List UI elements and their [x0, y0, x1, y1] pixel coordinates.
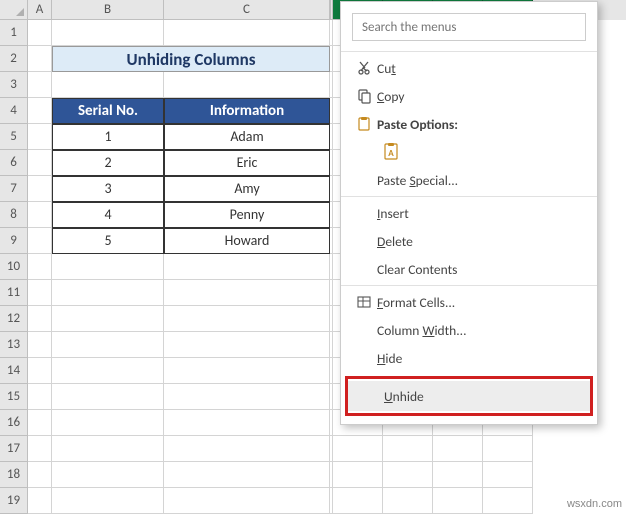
row-header[interactable]: 12 [0, 306, 28, 332]
row-header[interactable]: 9 [0, 228, 28, 254]
context-menu: Cut Copy Paste Options: A Paste Special.… [340, 1, 598, 425]
hidden-columns-indicator[interactable] [330, 0, 333, 20]
menu-separator [341, 51, 597, 52]
menu-hide[interactable]: Hide [341, 344, 597, 372]
table-cell[interactable]: 2 [52, 150, 164, 176]
row-header[interactable]: 17 [0, 436, 28, 462]
row-header[interactable]: 7 [0, 176, 28, 202]
row-header-column: 1 2 3 4 5 6 7 8 9 10 11 12 13 14 15 16 1… [0, 20, 28, 514]
table-header-info: Information [164, 98, 330, 124]
table-cell[interactable]: 1 [52, 124, 164, 150]
table-header-serial: Serial No. [52, 98, 164, 124]
menu-cut[interactable]: Cut [341, 54, 597, 82]
scissors-icon [351, 60, 377, 76]
svg-text:A: A [388, 148, 394, 159]
row-header[interactable]: 16 [0, 410, 28, 436]
clipboard-icon [351, 116, 377, 132]
row-header[interactable]: 13 [0, 332, 28, 358]
highlighted-unhide-box: Unhide [345, 376, 593, 416]
section-title: Unhiding Columns [52, 46, 330, 72]
table-cell[interactable]: 4 [52, 202, 164, 228]
row-header[interactable]: 19 [0, 488, 28, 514]
menu-paste-option-keep-source[interactable]: A [341, 138, 597, 166]
row-header[interactable]: 3 [0, 72, 28, 98]
row-header[interactable]: 11 [0, 280, 28, 306]
menu-separator [341, 196, 597, 197]
menu-insert[interactable]: Insert [341, 199, 597, 227]
paste-options-label: Paste Options: [377, 116, 589, 133]
table-cell[interactable]: Adam [164, 124, 330, 150]
table-cell[interactable]: Amy [164, 176, 330, 202]
row-header[interactable]: 18 [0, 462, 28, 488]
watermark: wsxdn.com [567, 498, 622, 510]
col-header-c[interactable]: C [164, 0, 330, 20]
row-header[interactable]: 6 [0, 150, 28, 176]
col-header-b[interactable]: B [52, 0, 164, 20]
row-header[interactable]: 4 [0, 98, 28, 124]
row-header[interactable]: 10 [0, 254, 28, 280]
table-cell[interactable]: Howard [164, 228, 330, 254]
row-header[interactable]: 5 [0, 124, 28, 150]
copy-icon [351, 88, 377, 104]
clipboard-a-icon: A [379, 142, 405, 162]
row-header[interactable]: 14 [0, 358, 28, 384]
format-cells-icon [351, 294, 377, 310]
menu-paste-options: Paste Options: [341, 110, 597, 138]
col-header-a[interactable]: A [28, 0, 52, 20]
table-cell[interactable]: Penny [164, 202, 330, 228]
menu-column-width[interactable]: Column Width... [341, 316, 597, 344]
menu-separator [341, 285, 597, 286]
select-all-corner[interactable] [0, 0, 28, 20]
menu-format-cells[interactable]: Format Cells... [341, 288, 597, 316]
menu-copy[interactable]: Copy [341, 82, 597, 110]
menu-paste-special[interactable]: Paste Special... [341, 166, 597, 194]
row-header[interactable]: 15 [0, 384, 28, 410]
row-header[interactable]: 1 [0, 20, 28, 46]
table-cell[interactable]: Eric [164, 150, 330, 176]
row-header[interactable]: 8 [0, 202, 28, 228]
table-cell[interactable]: 5 [52, 228, 164, 254]
menu-delete[interactable]: Delete [341, 227, 597, 255]
menu-search-input[interactable] [352, 13, 586, 41]
table-cell[interactable]: 3 [52, 176, 164, 202]
menu-clear-contents[interactable]: Clear Contents [341, 255, 597, 283]
menu-unhide[interactable]: Unhide [348, 381, 590, 411]
row-header[interactable]: 2 [0, 46, 28, 72]
